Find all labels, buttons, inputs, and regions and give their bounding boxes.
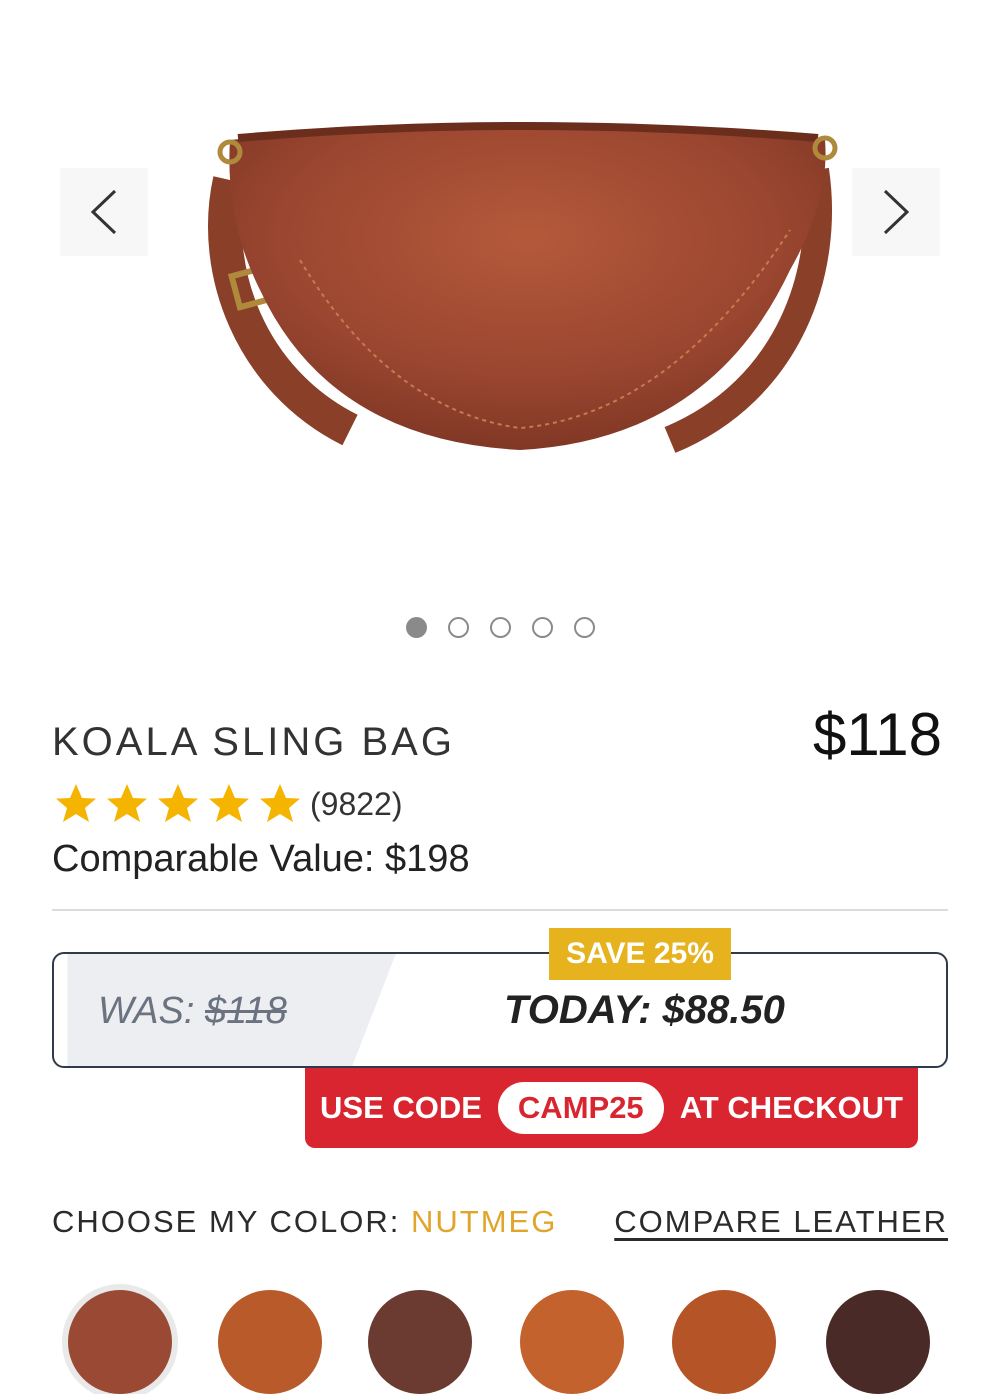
star-icon bbox=[260, 784, 300, 822]
was-price-value: $118 bbox=[205, 990, 287, 1032]
was-label: WAS: bbox=[98, 990, 205, 1032]
color-swatch[interactable] bbox=[368, 1290, 472, 1394]
color-swatch[interactable] bbox=[826, 1290, 930, 1394]
color-label-text: CHOOSE MY COLOR: bbox=[52, 1204, 411, 1239]
today-price: TODAY: $88.50 bbox=[504, 988, 785, 1032]
gallery-dot[interactable] bbox=[531, 617, 553, 638]
save-badge: SAVE 25% bbox=[549, 928, 731, 980]
was-price: WAS: $118 bbox=[98, 990, 287, 1033]
gallery-dot[interactable] bbox=[489, 617, 511, 638]
gallery-dot[interactable] bbox=[573, 617, 595, 638]
review-count: (9822) bbox=[310, 785, 403, 822]
product-name: KOALA SLING BAG bbox=[52, 720, 455, 764]
gallery-dot[interactable] bbox=[447, 617, 469, 638]
gallery-dot[interactable] bbox=[405, 617, 427, 638]
color-swatch[interactable] bbox=[218, 1290, 322, 1394]
color-swatch[interactable] bbox=[68, 1290, 172, 1394]
star-icon bbox=[56, 784, 96, 822]
product-rating[interactable]: (9822) bbox=[52, 780, 403, 828]
compare-leather-link[interactable]: COMPARE LEATHER bbox=[614, 1204, 948, 1240]
code-prefix: USE CODE bbox=[320, 1090, 482, 1125]
comparable-value: Comparable Value: $198 bbox=[52, 838, 470, 880]
previous-image-button[interactable] bbox=[60, 168, 148, 256]
star-icon bbox=[158, 784, 198, 822]
promo-box: WAS: $118 TODAY: $88.50 bbox=[52, 952, 948, 1068]
color-picker-label: CHOOSE MY COLOR: NUTMEG bbox=[52, 1204, 557, 1240]
gallery-pagination bbox=[0, 617, 1000, 638]
color-swatch[interactable] bbox=[672, 1290, 776, 1394]
product-price: $118 bbox=[812, 701, 942, 768]
next-image-button[interactable] bbox=[852, 168, 940, 256]
star-icon bbox=[107, 784, 147, 822]
chevron-right-icon bbox=[883, 189, 910, 235]
product-image bbox=[208, 122, 838, 453]
chevron-left-icon bbox=[90, 189, 117, 235]
color-swatch[interactable] bbox=[520, 1290, 624, 1394]
product-gallery bbox=[0, 0, 1000, 600]
code-suffix: AT CHECKOUT bbox=[679, 1090, 903, 1125]
color-swatches bbox=[0, 1280, 1000, 1394]
promo-code-banner: USE CODE CAMP25 AT CHECKOUT bbox=[305, 1068, 918, 1148]
divider bbox=[52, 909, 948, 911]
promo-code[interactable]: CAMP25 bbox=[497, 1082, 664, 1134]
star-rating bbox=[52, 780, 304, 828]
selected-color: NUTMEG bbox=[411, 1204, 558, 1239]
star-icon bbox=[209, 784, 249, 822]
